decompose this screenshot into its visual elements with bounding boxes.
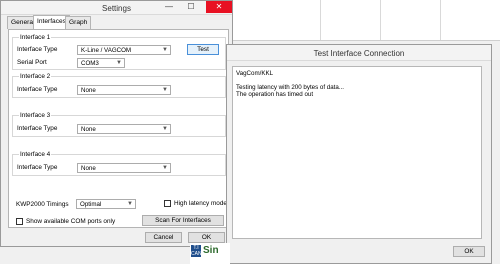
interface-1-group: Interface 1 Interface Type K-Line / VAGC… [12,34,226,70]
kwp-timings-select[interactable]: Optimal ▼ [76,199,136,209]
show-com-ports-label: Show available COM ports only [26,218,116,225]
interface-4-group: Interface 4 Interface Type None ▼ [12,151,226,176]
log-line: Testing latency with 200 bytes of data..… [236,84,344,91]
minimize-button[interactable]: — [159,1,179,13]
close-button[interactable]: ✕ [206,1,232,13]
test-ok-button[interactable]: OK [453,246,485,257]
chevron-down-icon: ▼ [162,47,168,53]
interface-3-type-select[interactable]: None ▼ [77,124,171,134]
serial-port-label: Serial Port [17,59,47,66]
interface-4-type-select[interactable]: None ▼ [77,163,171,173]
serial-port-value: COM3 [81,60,99,67]
interface-2-type-label: Interface Type [17,86,58,93]
chevron-down-icon: ▼ [162,165,168,171]
maximize-button[interactable]: ☐ [181,1,201,13]
high-latency-label: High latency mode [174,200,227,207]
taskbar-app-text[interactable]: Sin [203,245,219,256]
interface-3-label: Interface 3 [19,112,52,119]
show-com-ports-checkbox[interactable] [16,218,23,225]
interface-4-label: Interface 4 [19,151,52,158]
interface-2-label: Interface 2 [19,73,52,80]
interface-3-type-value: None [81,126,96,133]
test-connection-window: Test Interface Connection VagCom/KKL Tes… [226,44,492,264]
kwp-timings-label: KWP2000 Timings [16,201,69,208]
test-connection-title-bar[interactable]: Test Interface Connection [227,45,491,61]
kwp-timings-value: Optimal [80,201,102,208]
interface-1-label: Interface 1 [19,34,52,41]
app-logo-icon[interactable]: T.I CAN [191,245,202,257]
interface-4-type-value: None [81,165,96,172]
interface-3-type-label: Interface Type [17,125,58,132]
interfaces-panel: Interface 1 Interface Type K-Line / VAGC… [8,29,229,228]
background-app-window [230,0,500,41]
tab-graph[interactable]: Graph [65,16,92,29]
chevron-down-icon: ▼ [162,87,168,93]
interface-2-group: Interface 2 Interface Type None ▼ [12,73,226,98]
taskbar-fragment: T.I CAN Sin [190,243,230,264]
ok-button[interactable]: OK [188,232,225,243]
interface-4-type-label: Interface Type [17,164,58,171]
test-connection-title: Test Interface Connection [313,49,405,58]
interface-2-type-select[interactable]: None ▼ [77,85,171,95]
background-column-divider [440,0,441,40]
test-button[interactable]: Test [187,44,219,55]
chevron-down-icon: ▼ [116,60,122,66]
interface-1-type-label: Interface Type [17,46,58,53]
cancel-button[interactable]: Cancel [145,232,182,243]
test-log-textbox[interactable]: VagCom/KKL Testing latency with 200 byte… [232,66,482,239]
high-latency-checkbox[interactable] [164,200,171,207]
interface-2-type-value: None [81,87,96,94]
serial-port-select[interactable]: COM3 ▼ [77,58,125,68]
background-column-divider [320,0,321,40]
scan-interfaces-button[interactable]: Scan For Interfaces [142,215,224,226]
chevron-down-icon: ▼ [162,126,168,132]
log-line: The operation has timed out [236,91,314,98]
interface-1-type-value: K-Line / VAGCOM [81,47,132,54]
interface-1-type-select[interactable]: K-Line / VAGCOM ▼ [77,45,171,55]
interface-3-group: Interface 3 Interface Type None ▼ [12,112,226,137]
settings-window: Settings — ☐ ✕ General Interfaces Graph … [0,0,233,247]
chevron-down-icon: ▼ [127,201,133,207]
background-column-divider [380,0,381,40]
settings-title-bar[interactable]: Settings — ☐ ✕ [1,1,232,15]
log-line: VagCom/KKL [236,70,274,77]
